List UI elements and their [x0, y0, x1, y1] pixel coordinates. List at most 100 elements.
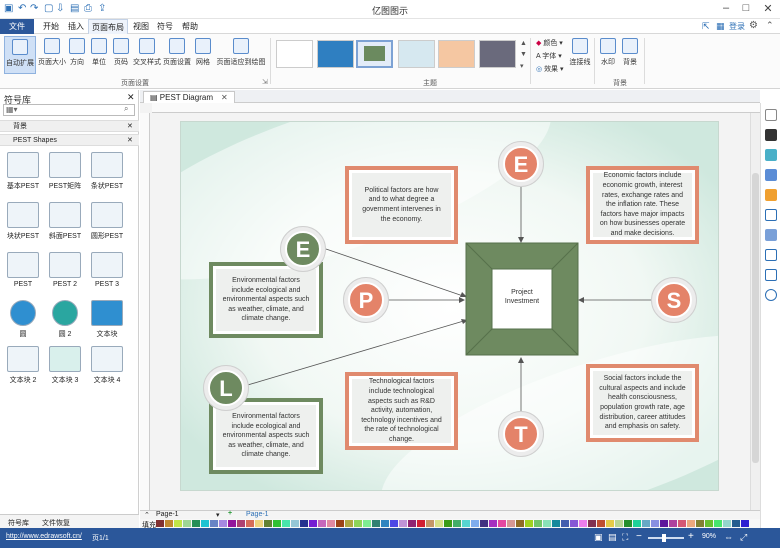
doc-tab[interactable]: ▤ PEST Diagram ✕: [143, 91, 235, 103]
publish-icon[interactable]: ▦: [716, 21, 725, 32]
shape-pest-2[interactable]: PEST 2: [45, 252, 85, 288]
palette-swatch[interactable]: [246, 520, 254, 527]
properties-icon[interactable]: [765, 109, 777, 121]
palette-swatch[interactable]: [669, 520, 677, 527]
search-icon[interactable]: ⌕: [124, 104, 128, 114]
center-label[interactable]: Project Investment: [496, 288, 548, 306]
dialog-launcher-icon[interactable]: ⇲: [262, 78, 268, 86]
page-selector[interactable]: Page-1: [156, 511, 179, 518]
palette-swatch[interactable]: [633, 520, 641, 527]
palette-swatch[interactable]: [372, 520, 380, 527]
palette-swatch[interactable]: [687, 520, 695, 527]
palette-swatch[interactable]: [507, 520, 515, 527]
palette-swatch[interactable]: [651, 520, 659, 527]
library-menu-icon[interactable]: ▦▾: [6, 105, 18, 114]
zoom-out-icon[interactable]: −: [636, 531, 642, 542]
palette-swatch[interactable]: [381, 520, 389, 527]
fit-width-icon[interactable]: ⇔: [724, 532, 733, 542]
cross-style-button[interactable]: 交叉样式: [132, 36, 162, 74]
menu-view[interactable]: 视图: [130, 19, 152, 34]
fit-to-drawing-button[interactable]: 页面适应到绘图: [214, 36, 268, 74]
palette-swatch[interactable]: [696, 520, 704, 527]
palette-swatch[interactable]: [426, 520, 434, 527]
share-icon[interactable]: ⇱: [702, 21, 710, 32]
fit-page-icon[interactable]: ⛶: [622, 532, 628, 543]
theme-1[interactable]: [276, 40, 313, 68]
palette-swatch[interactable]: [345, 520, 353, 527]
menu-insert[interactable]: 插入: [64, 19, 88, 34]
zoom-in-icon[interactable]: +: [688, 531, 694, 542]
palette-swatch[interactable]: [561, 520, 569, 527]
website-link[interactable]: http://www.edrawsoft.cn/: [6, 533, 82, 540]
palette-swatch[interactable]: [606, 520, 614, 527]
login-link[interactable]: 登录: [729, 21, 745, 32]
circle-p[interactable]: P: [343, 277, 389, 323]
palette-swatch[interactable]: [525, 520, 533, 527]
tab-symbol-library[interactable]: 符号库: [8, 518, 29, 528]
shape-circle[interactable]: 圆: [3, 300, 43, 339]
shape-circle-2[interactable]: 圆 2: [45, 300, 85, 339]
palette-swatch[interactable]: [390, 520, 398, 527]
palette-swatch[interactable]: [363, 520, 371, 527]
palette-swatch[interactable]: [183, 520, 191, 527]
menu-home[interactable]: 开始: [38, 19, 64, 34]
theme-6[interactable]: [479, 40, 516, 68]
zoom-slider[interactable]: [648, 534, 684, 542]
minimize-icon[interactable]: –: [716, 2, 736, 14]
theme-3[interactable]: [356, 40, 393, 68]
palette-swatch[interactable]: [417, 520, 425, 527]
palette-swatch[interactable]: [300, 520, 308, 527]
palette-swatch[interactable]: [615, 520, 623, 527]
palette-swatch[interactable]: [642, 520, 650, 527]
section-pest-shapes[interactable]: PEST Shapes ✕: [0, 134, 139, 146]
palette-swatch[interactable]: [282, 520, 290, 527]
theme-2[interactable]: [317, 40, 354, 68]
palette-swatch[interactable]: [516, 520, 524, 527]
palette-swatch[interactable]: [210, 520, 218, 527]
palette-swatch[interactable]: [660, 520, 668, 527]
palette-swatch[interactable]: [552, 520, 560, 527]
palette-swatch[interactable]: [399, 520, 407, 527]
circle-t[interactable]: T: [498, 411, 544, 457]
library-search[interactable]: ▦▾ ⌕: [3, 104, 135, 116]
page-list-icon[interactable]: ⌃: [144, 511, 150, 519]
page-tab[interactable]: Page-1: [246, 511, 269, 518]
fullscreen-icon[interactable]: ⤢: [740, 532, 747, 543]
political-card[interactable]: Political factors are how and to what de…: [345, 166, 458, 244]
page-setup-button[interactable]: 页面设置: [162, 36, 192, 74]
palette-swatch[interactable]: [228, 520, 236, 527]
palette-swatch[interactable]: [543, 520, 551, 527]
palette-swatch[interactable]: [318, 520, 326, 527]
palette-swatch[interactable]: [156, 520, 164, 527]
shape-text-block-4[interactable]: 文本块 4: [87, 346, 127, 385]
circle-s[interactable]: S: [651, 277, 697, 323]
comment-icon[interactable]: [765, 269, 777, 281]
shape-pest[interactable]: PEST: [3, 252, 43, 288]
theme-4[interactable]: [398, 40, 435, 68]
help-icon[interactable]: [765, 289, 777, 301]
palette-swatch[interactable]: [462, 520, 470, 527]
close-section-icon[interactable]: ✕: [127, 121, 133, 132]
effect-option[interactable]: ◎ 效果 ▾: [536, 64, 564, 74]
palette-swatch[interactable]: [273, 520, 281, 527]
auto-expand-button[interactable]: 自动扩展: [4, 36, 36, 74]
palette-swatch[interactable]: [570, 520, 578, 527]
gear-icon[interactable]: ⚙: [749, 20, 758, 31]
palette-swatch[interactable]: [165, 520, 173, 527]
grid-button[interactable]: 网格: [192, 36, 214, 74]
line-icon[interactable]: [765, 149, 777, 161]
shape-text-block[interactable]: 文本块: [87, 300, 127, 339]
palette-swatch[interactable]: [498, 520, 506, 527]
palette-swatch[interactable]: [489, 520, 497, 527]
palette-swatch[interactable]: [174, 520, 182, 527]
palette-swatch[interactable]: [579, 520, 587, 527]
image-icon[interactable]: [765, 189, 777, 201]
economic-card[interactable]: Economic factors include economic growth…: [586, 166, 699, 244]
palette-swatch[interactable]: [741, 520, 749, 527]
palette-swatches[interactable]: [156, 520, 756, 527]
shape-basic-pest[interactable]: 基本PEST: [3, 152, 43, 191]
page-icon[interactable]: [765, 209, 777, 221]
view-normal-icon[interactable]: ▣: [594, 532, 603, 543]
shape-bar-pest[interactable]: 条状PEST: [87, 152, 127, 191]
color-option[interactable]: ◆ 颜色 ▾: [536, 38, 563, 48]
